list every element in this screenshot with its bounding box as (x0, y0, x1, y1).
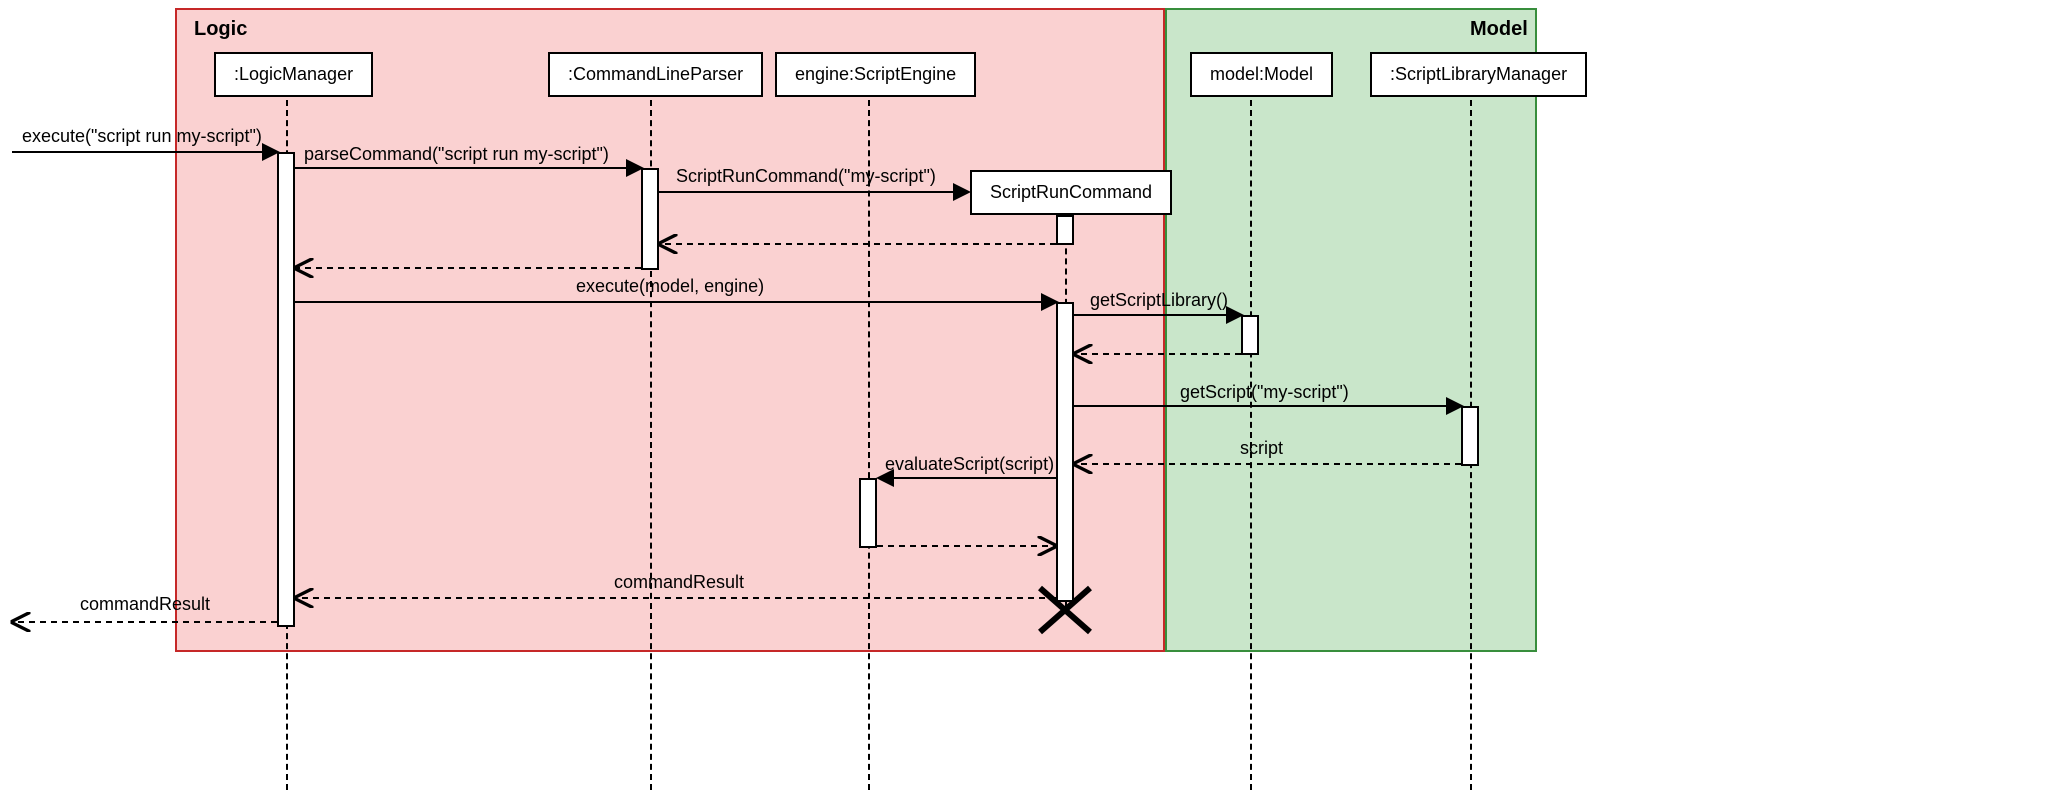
region-logic (175, 8, 1165, 652)
msg-execute-in: execute("script run my-script") (22, 126, 262, 147)
lifeline-script-engine (868, 100, 870, 790)
msg-command-result-inner: commandResult (614, 572, 744, 593)
msg-script-run-command-new: ScriptRunCommand("my-script") (676, 166, 936, 187)
activation-logic-manager (277, 152, 295, 627)
activation-script-run-command-1 (1056, 215, 1074, 245)
msg-parse-command: parseCommand("script run my-script") (304, 144, 609, 165)
activation-script-library-manager (1461, 406, 1479, 466)
participant-script-engine: engine:ScriptEngine (775, 52, 976, 97)
region-model (1165, 8, 1537, 652)
region-model-label: Model (1470, 18, 1528, 41)
activation-script-engine (859, 478, 877, 548)
msg-evaluate-script: evaluateScript(script) (885, 454, 1054, 475)
activation-model (1241, 315, 1259, 355)
participant-script-run-command: ScriptRunCommand (970, 170, 1172, 215)
msg-execute-model-engine: execute(model, engine) (576, 276, 764, 297)
activation-command-line-parser (641, 168, 659, 270)
activation-script-run-command-2 (1056, 302, 1074, 602)
participant-command-line-parser: :CommandLineParser (548, 52, 763, 97)
msg-get-script: getScript("my-script") (1180, 382, 1349, 403)
msg-command-result-out: commandResult (80, 594, 210, 615)
msg-get-script-library: getScriptLibrary() (1090, 290, 1228, 311)
region-logic-label: Logic (194, 18, 247, 41)
participant-script-library-manager: :ScriptLibraryManager (1370, 52, 1587, 97)
participant-logic-manager: :LogicManager (214, 52, 373, 97)
msg-script-return: script (1240, 438, 1283, 459)
participant-model: model:Model (1190, 52, 1333, 97)
